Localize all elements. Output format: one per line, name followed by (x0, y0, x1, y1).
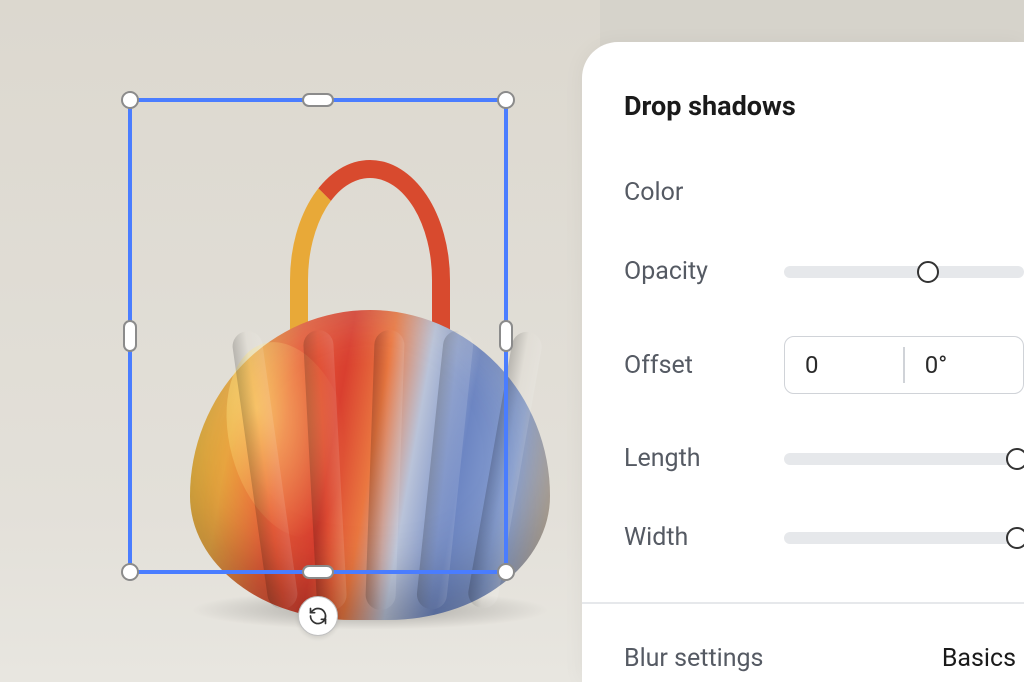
blur-settings-label: Blur settings (624, 644, 763, 673)
canvas-area[interactable] (0, 0, 600, 682)
resize-handle-left[interactable] (123, 320, 137, 352)
blur-mode-toggle[interactable]: Basics (942, 644, 1016, 673)
blur-settings-row[interactable]: Blur settings Basics (624, 644, 1024, 673)
width-row: Width (624, 523, 1024, 552)
resize-handle-bottom[interactable] (302, 565, 334, 579)
offset-distance-input[interactable]: 0 (785, 337, 903, 393)
length-slider[interactable] (784, 453, 1024, 465)
width-label: Width (624, 523, 784, 552)
resize-handle-right[interactable] (499, 320, 513, 352)
opacity-row: Opacity (624, 257, 1024, 286)
color-label: Color (624, 178, 784, 207)
offset-row: Offset 0 0° (624, 336, 1024, 394)
opacity-slider[interactable] (784, 266, 1024, 278)
rotate-icon (308, 606, 328, 626)
length-slider-thumb[interactable] (1006, 448, 1024, 470)
width-slider[interactable] (784, 532, 1024, 544)
resize-handle-top-left[interactable] (121, 91, 139, 109)
panel-title: Drop shadows (624, 90, 1024, 122)
color-row: Color (624, 178, 1024, 207)
opacity-slider-thumb[interactable] (917, 261, 939, 283)
rotate-button[interactable] (298, 596, 338, 636)
opacity-label: Opacity (624, 257, 784, 286)
width-slider-thumb[interactable] (1006, 527, 1024, 549)
resize-handle-top[interactable] (302, 93, 334, 107)
section-divider (582, 602, 1024, 604)
offset-label: Offset (624, 351, 784, 380)
offset-input-group: 0 0° (784, 336, 1024, 394)
properties-panel: Drop shadows Color Opacity Offset 0 0° L… (582, 42, 1024, 682)
resize-handle-bottom-right[interactable] (497, 563, 515, 581)
resize-handle-bottom-left[interactable] (121, 563, 139, 581)
resize-handle-top-right[interactable] (497, 91, 515, 109)
length-label: Length (624, 444, 784, 473)
offset-angle-input[interactable]: 0° (905, 337, 1023, 393)
length-row: Length (624, 444, 1024, 473)
selection-bounding-box[interactable] (128, 98, 508, 574)
